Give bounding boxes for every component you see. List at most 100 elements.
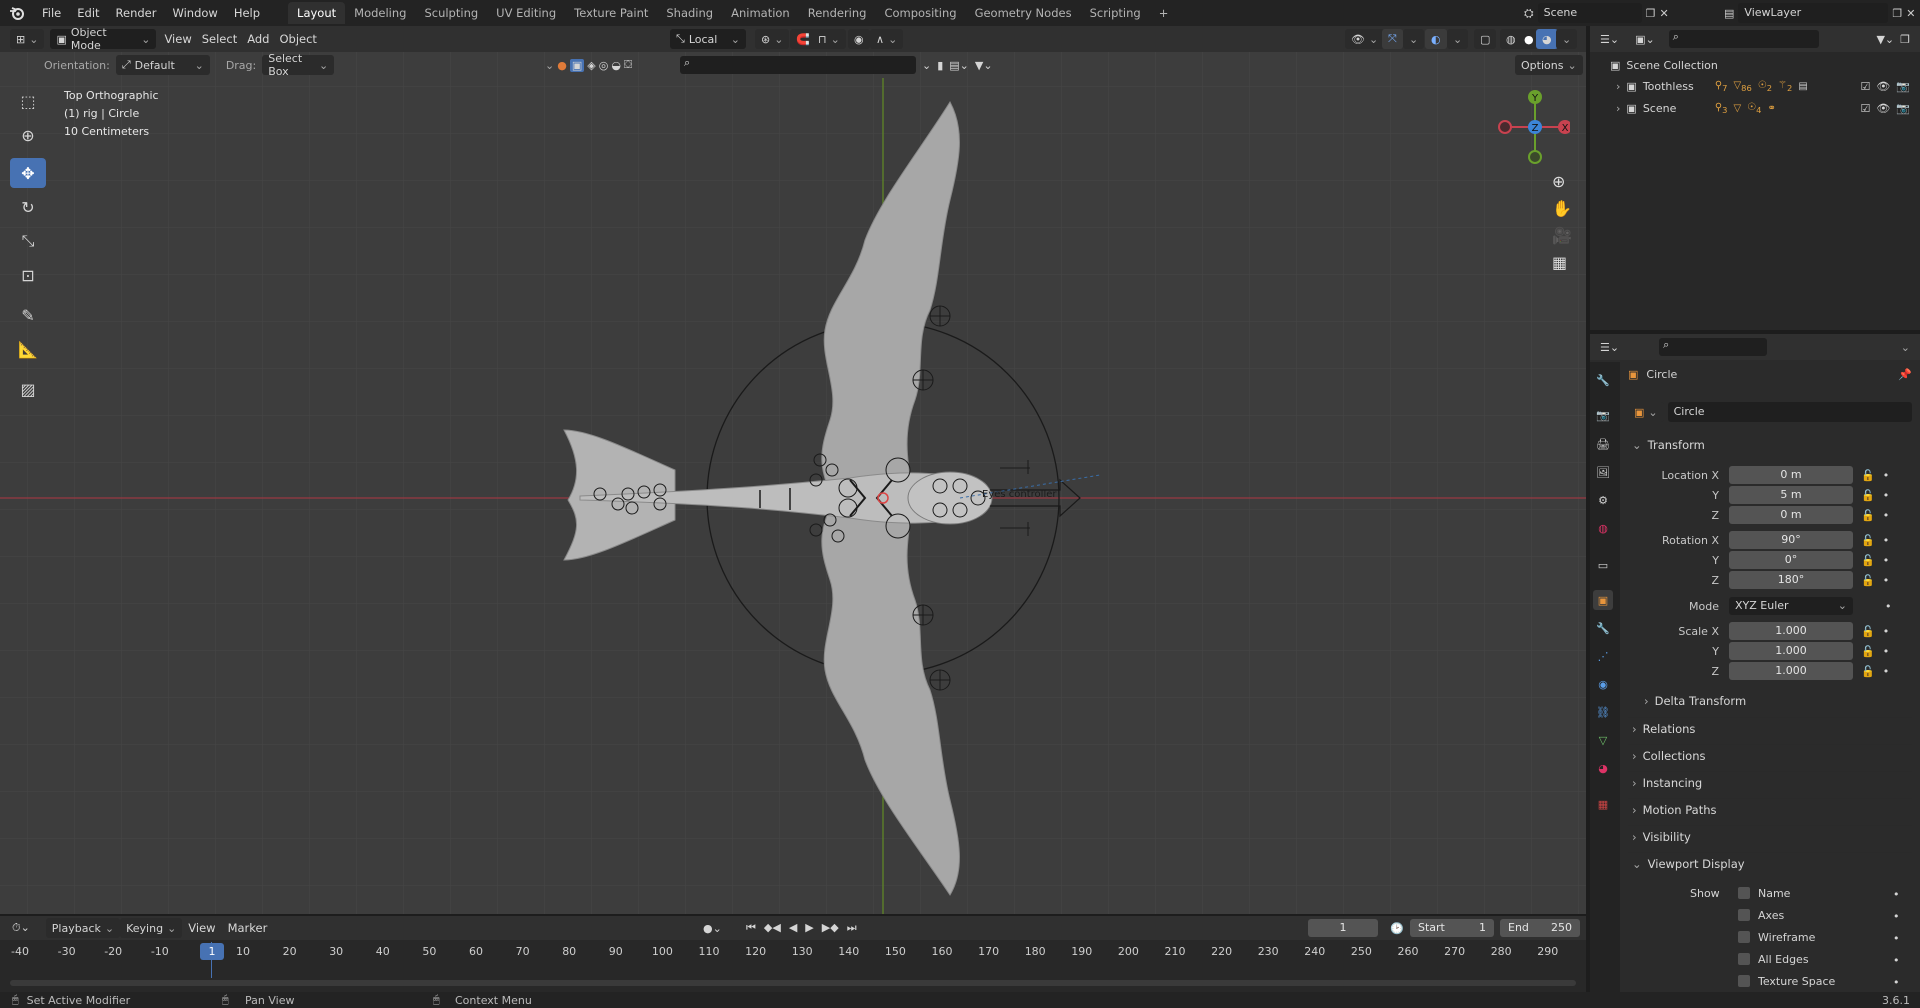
menu-help[interactable]: Help: [226, 0, 268, 26]
material-tab-icon[interactable]: ◕: [1593, 758, 1613, 778]
lock-icon[interactable]: 🔓: [1861, 665, 1875, 678]
instancing-section-header[interactable]: › Instancing: [1628, 771, 1912, 793]
menu-window[interactable]: Window: [164, 0, 225, 26]
viewport-search-input[interactable]: ⌕: [680, 56, 916, 74]
options-dropdown[interactable]: Options ⌄: [1515, 55, 1583, 75]
timeline-menu-marker[interactable]: Marker: [222, 915, 274, 941]
lock-icon[interactable]: 🔓: [1861, 469, 1875, 482]
jump-end-icon[interactable]: ⏭: [847, 921, 857, 935]
keyframe-dot-icon[interactable]: •: [1893, 888, 1900, 902]
armature-filter-icon[interactable]: ⛋: [624, 58, 632, 72]
new-collection-icon[interactable]: ❐: [1900, 33, 1910, 46]
tab-animation[interactable]: Animation: [722, 2, 799, 24]
expand-arrow-icon[interactable]: ›: [1616, 77, 1620, 97]
all-edges-checkbox-row[interactable]: All Edges: [1738, 952, 1835, 966]
bookmark-icon[interactable]: ▮: [937, 59, 943, 72]
mode-dropdown[interactable]: ▣ Object Mode ⌄: [50, 26, 157, 52]
light-filter-icon[interactable]: ◎: [599, 59, 609, 72]
scene-name-field[interactable]: Scene: [1537, 3, 1642, 23]
scale-x-field[interactable]: 1.000: [1729, 622, 1853, 640]
scale-z-field[interactable]: 1.000: [1729, 662, 1853, 680]
camera-filter-icon[interactable]: ◒: [611, 59, 621, 72]
particles-tab-icon[interactable]: ⋰: [1593, 646, 1613, 666]
lock-icon[interactable]: 🔓: [1861, 534, 1875, 547]
viewport-menu-add[interactable]: Add: [239, 26, 277, 52]
object-filter-icon[interactable]: ▣: [569, 58, 585, 72]
camera-view-icon[interactable]: 🎥: [1552, 226, 1572, 245]
measure-tool[interactable]: 📐: [10, 334, 46, 364]
collections-section-header[interactable]: › Collections: [1628, 744, 1912, 766]
select-box-tool[interactable]: ⬚: [10, 86, 46, 116]
tab-compositing[interactable]: Compositing: [875, 2, 965, 24]
name-checkbox-row[interactable]: Name: [1738, 886, 1835, 900]
layers-icon[interactable]: ▤⌄: [949, 59, 969, 72]
physics-tab-icon[interactable]: ◉: [1593, 674, 1613, 694]
wireframe-checkbox[interactable]: [1738, 931, 1750, 943]
lock-icon[interactable]: 🔓: [1861, 554, 1875, 567]
wireframe-checkbox-row[interactable]: Wireframe: [1738, 930, 1835, 944]
viewport-menu-object[interactable]: Object: [277, 26, 318, 52]
render-camera-icon[interactable]: 📷: [1896, 99, 1910, 119]
object-tab-icon[interactable]: ▣: [1593, 590, 1613, 610]
menu-file[interactable]: File: [34, 0, 69, 26]
display-mode-icon[interactable]: ▣⌄: [1635, 33, 1655, 46]
outliner-filter-icon[interactable]: ▼⌄: [1876, 33, 1894, 46]
scale-y-field[interactable]: 1.000: [1729, 642, 1853, 660]
keyframe-dot-icon[interactable]: •: [1893, 932, 1900, 946]
exclude-checkbox-icon[interactable]: ☑: [1860, 77, 1870, 97]
visibility-section-header[interactable]: › Visibility: [1628, 825, 1912, 847]
tab-scripting[interactable]: Scripting: [1081, 2, 1150, 24]
location-x-field[interactable]: 0 m: [1729, 466, 1853, 484]
tab-rendering[interactable]: Rendering: [799, 2, 876, 24]
current-frame-field[interactable]: 1: [1308, 919, 1378, 937]
texture-space-checkbox[interactable]: [1738, 975, 1750, 987]
pin-icon[interactable]: 📌: [1898, 368, 1912, 381]
keyframe-dot-icon[interactable]: •: [1883, 489, 1890, 502]
new-view-layer-icon[interactable]: ❐: [1892, 7, 1902, 20]
snap-target-dropdown[interactable]: ⊓ ⌄: [812, 29, 846, 49]
next-keyframe-icon[interactable]: ▶◆: [822, 921, 839, 935]
drag-dropdown[interactable]: Select Box ⌄: [262, 52, 335, 78]
lock-icon[interactable]: 🔓: [1861, 489, 1875, 502]
axes-checkbox[interactable]: [1738, 909, 1750, 921]
start-frame-field[interactable]: Start 1: [1410, 919, 1494, 937]
orientation-dropdown[interactable]: ⤢ Default ⌄: [115, 55, 210, 75]
motion-paths-section-header[interactable]: › Motion Paths: [1628, 798, 1912, 820]
keyframe-dot-icon[interactable]: •: [1883, 554, 1890, 567]
proportional-edit-toggle[interactable]: ◉: [848, 29, 870, 49]
funnel-icon[interactable]: ▼⌄: [975, 59, 993, 72]
scene-tab-icon[interactable]: ⚙: [1593, 490, 1613, 510]
outliner-row-toothless[interactable]: › ▣ Toothless ⚲7 ▽86 ☉2 ⚚2 ▤ ☑ 👁 📷: [1610, 76, 1910, 98]
rotation-x-field[interactable]: 90°: [1729, 531, 1853, 549]
delete-view-layer-icon[interactable]: ✕: [1906, 7, 1915, 20]
scene-collection-row[interactable]: ▣ Scene Collection: [1610, 56, 1910, 76]
properties-search-input[interactable]: ⌕: [1659, 338, 1768, 356]
lock-icon[interactable]: 🔓: [1861, 509, 1875, 522]
tab-modeling[interactable]: Modeling: [345, 2, 415, 24]
cursor-tool[interactable]: ⊕: [10, 120, 46, 150]
visibility-eye-icon[interactable]: 👁: [1876, 99, 1890, 119]
record-button-icon[interactable]: ●⌄: [703, 922, 722, 935]
visibility-eye-icon[interactable]: 👁: [1876, 77, 1890, 97]
end-frame-field[interactable]: End 250: [1500, 919, 1580, 937]
keyframe-dot-icon[interactable]: •: [1883, 509, 1890, 522]
rendered-shading-dropdown[interactable]: ⌄: [1556, 29, 1578, 49]
properties-editor-icon[interactable]: ☰⌄: [1600, 341, 1619, 354]
view-layer-name-field[interactable]: ViewLayer: [1738, 3, 1889, 23]
rotation-z-field[interactable]: 180°: [1729, 571, 1853, 589]
keyframe-dot-icon[interactable]: •: [1893, 976, 1900, 990]
scene-selector[interactable]: ⛭ Scene ❐ ✕: [1524, 3, 1669, 23]
delete-scene-icon[interactable]: ✕: [1659, 7, 1668, 20]
menu-edit[interactable]: Edit: [69, 0, 107, 26]
scale-tool[interactable]: ⤡: [10, 226, 46, 256]
falloff-dropdown[interactable]: ∧ ⌄: [870, 29, 904, 49]
keyframe-dot-icon[interactable]: •: [1883, 645, 1890, 658]
tool-tab-icon[interactable]: 🔧: [1593, 370, 1613, 390]
keyframe-dot-icon[interactable]: •: [1893, 910, 1900, 924]
tab-layout[interactable]: Layout: [288, 2, 346, 24]
keyframe-dot-icon[interactable]: •: [1883, 469, 1890, 482]
render-camera-icon[interactable]: 📷: [1896, 77, 1910, 97]
keyframe-dot-icon[interactable]: •: [1883, 534, 1890, 547]
name-checkbox[interactable]: [1738, 887, 1750, 899]
properties-options-chevron[interactable]: ⌄: [1901, 341, 1910, 354]
